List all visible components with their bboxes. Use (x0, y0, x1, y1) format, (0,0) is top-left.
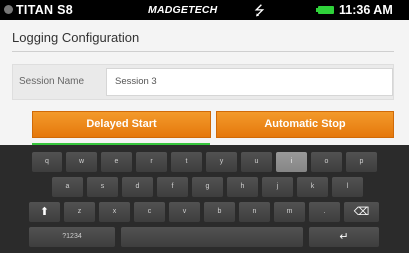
key-e[interactable]: e (101, 152, 132, 172)
key-x[interactable]: x (99, 202, 130, 222)
key-b[interactable]: b (204, 202, 235, 222)
key-m[interactable]: m (274, 202, 305, 222)
status-bar: TITAN S8 MADGETECH ⭍ 11:36 AM (0, 0, 409, 20)
device-name: TITAN S8 (16, 3, 74, 17)
key-i[interactable]: i (276, 152, 307, 172)
enter-icon[interactable]: ↵ (309, 227, 379, 247)
key-z[interactable]: z (64, 202, 95, 222)
key-t[interactable]: t (171, 152, 202, 172)
key-v[interactable]: v (169, 202, 200, 222)
key-y[interactable]: y (206, 152, 237, 172)
key-n[interactable]: n (239, 202, 270, 222)
key-period[interactable]: . (309, 202, 340, 222)
shift-icon[interactable]: ⬆ (29, 202, 60, 222)
key-h[interactable]: h (227, 177, 258, 197)
symbols-key[interactable]: ?1234 (29, 227, 115, 247)
key-o[interactable]: o (311, 152, 342, 172)
key-a[interactable]: a (52, 177, 83, 197)
key-k[interactable]: k (297, 177, 328, 197)
key-j[interactable]: j (262, 177, 293, 197)
page-title: Logging Configuration (12, 30, 140, 45)
backspace-icon[interactable]: ⌫ (344, 202, 379, 222)
session-name-row: Session Name Session 3 (12, 64, 394, 100)
session-name-input[interactable]: Session 3 (106, 68, 393, 96)
key-g[interactable]: g (192, 177, 223, 197)
title-divider (12, 51, 394, 52)
key-u[interactable]: u (241, 152, 272, 172)
key-w[interactable]: w (66, 152, 97, 172)
automatic-stop-button[interactable]: Automatic Stop (216, 111, 394, 138)
key-r[interactable]: r (136, 152, 167, 172)
on-screen-keyboard: q w e r t y u i o p a s d f g h j k l ⬆ … (0, 145, 409, 253)
key-f[interactable]: f (157, 177, 188, 197)
key-s[interactable]: s (87, 177, 118, 197)
logging-configuration-screen: Logging Configuration Session Name Sessi… (0, 20, 409, 146)
status-dot-icon (4, 5, 13, 14)
key-c[interactable]: c (134, 202, 165, 222)
session-name-label: Session Name (19, 76, 85, 87)
key-q[interactable]: q (32, 152, 62, 172)
delayed-start-button[interactable]: Delayed Start (32, 111, 211, 138)
space-bar[interactable] (121, 227, 303, 247)
clock: 11:36 AM (339, 3, 393, 17)
key-d[interactable]: d (122, 177, 153, 197)
brand-logo: MADGETECH (148, 4, 218, 16)
battery-icon (316, 6, 334, 14)
key-p[interactable]: p (346, 152, 377, 172)
key-l[interactable]: l (332, 177, 363, 197)
